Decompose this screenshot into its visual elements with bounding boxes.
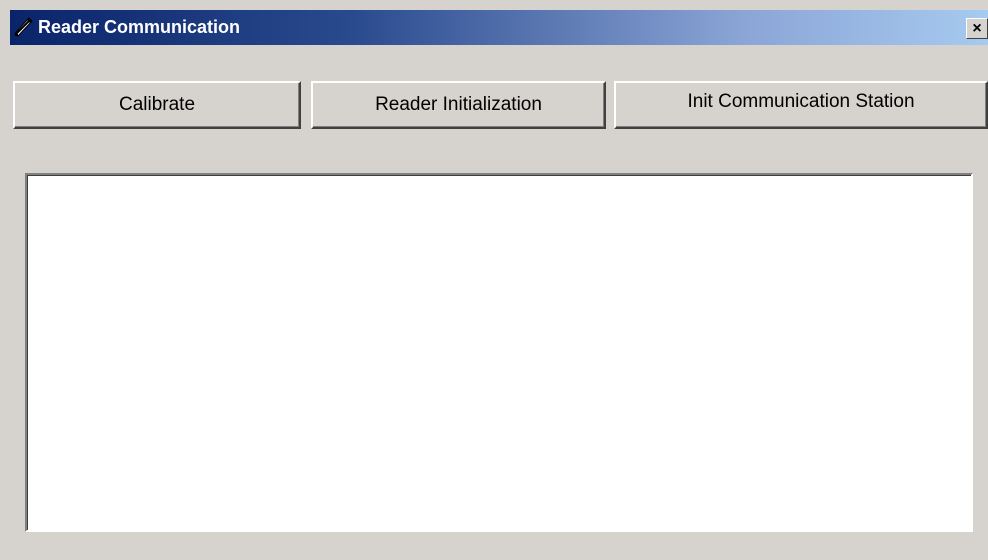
pen-icon bbox=[12, 16, 34, 38]
calibrate-button[interactable]: Calibrate bbox=[13, 81, 301, 129]
close-icon: × bbox=[972, 19, 982, 37]
reader-initialization-button[interactable]: Reader Initialization bbox=[311, 81, 606, 129]
close-button[interactable]: × bbox=[966, 18, 988, 39]
communication-log-textarea[interactable] bbox=[25, 173, 973, 532]
title-bar[interactable]: Reader Communication × bbox=[10, 10, 988, 45]
reader-communication-window: Reader Communication × Calibrate Reader … bbox=[0, 0, 988, 560]
init-communication-station-button[interactable]: Init Communication Station bbox=[614, 81, 988, 129]
window-title: Reader Communication bbox=[38, 17, 241, 37]
